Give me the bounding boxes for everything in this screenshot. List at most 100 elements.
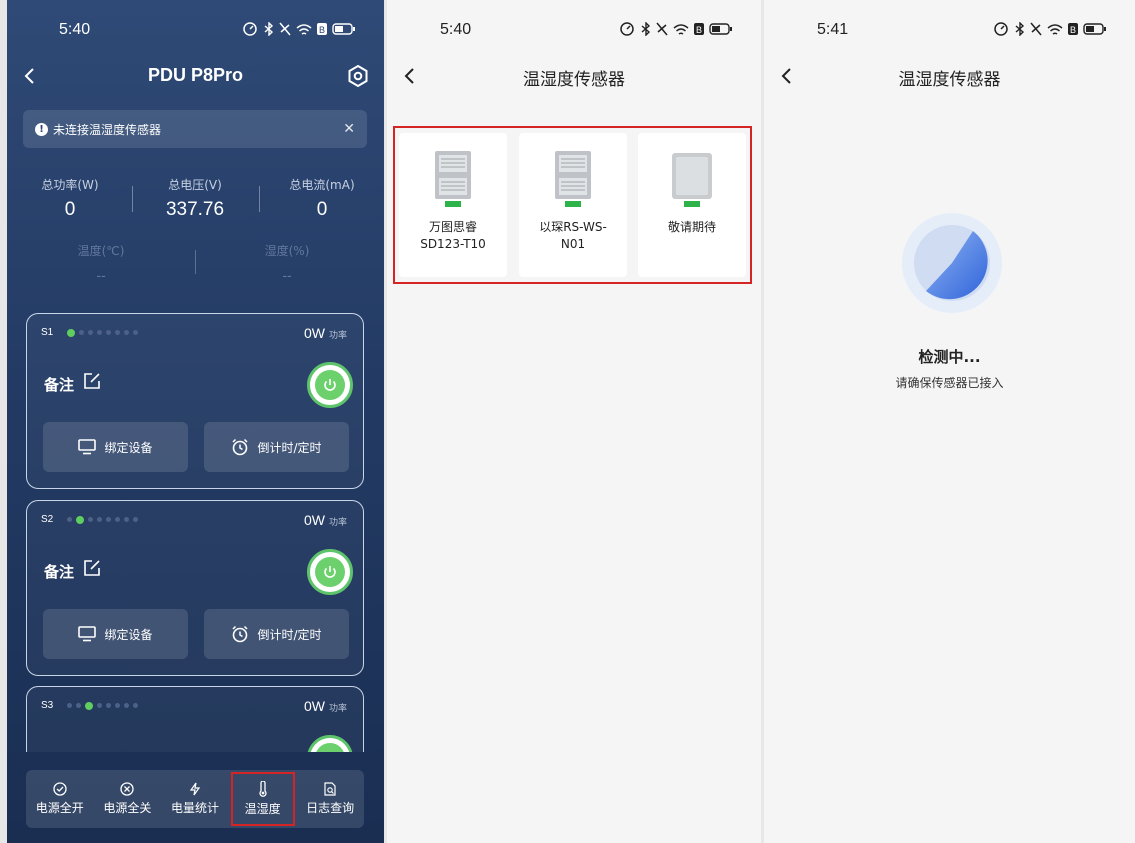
battery-icon bbox=[332, 23, 355, 35]
socket-power: 0W 功率 bbox=[303, 512, 347, 528]
pdu-home-screen: 5:40 B PDU P8Pro ! 未连接温湿度传感器 ✕ 总功率(W) 0 … bbox=[7, 0, 384, 843]
alarm-clock-icon bbox=[232, 625, 248, 643]
total-power-stat: 总功率(W) 0 bbox=[27, 176, 113, 221]
sensor-name: 敬请期待 bbox=[667, 220, 716, 234]
lightning-icon bbox=[189, 782, 201, 796]
stat-label: 湿度(%) bbox=[264, 244, 310, 258]
page-title: 温湿度传感器 bbox=[523, 70, 625, 89]
tab-label: 日志查询 bbox=[306, 801, 355, 815]
svg-text:B: B bbox=[319, 25, 325, 35]
sensor-option-yichen[interactable]: 以琛RS-WS- N01 bbox=[519, 133, 627, 277]
info-icon: ! bbox=[35, 122, 48, 136]
stat-label: 总电压(V) bbox=[168, 178, 222, 192]
socket-indicator-dots bbox=[67, 328, 138, 337]
temperature-stat: 温度(℃) -- bbox=[61, 242, 141, 283]
power-toggle-button[interactable] bbox=[307, 362, 353, 408]
sensor-option-coming-soon[interactable]: 敬请期待 bbox=[638, 133, 746, 277]
status-icons: B bbox=[994, 22, 1107, 36]
tab-power-all-on[interactable]: 电源全开 bbox=[30, 774, 90, 824]
alert-text: 未连接温湿度传感器 bbox=[53, 122, 162, 137]
tab-power-all-off[interactable]: 电源全关 bbox=[97, 774, 157, 824]
socket-power: 0W 功率 bbox=[303, 698, 347, 714]
page-title: PDU P8Pro bbox=[147, 65, 244, 85]
bind-device-button[interactable]: 绑定设备 bbox=[43, 422, 188, 472]
power-toggle-button[interactable] bbox=[307, 735, 353, 752]
tab-log-query[interactable]: 日志查询 bbox=[300, 774, 360, 824]
edit-icon[interactable] bbox=[83, 559, 101, 577]
tab-label: 温湿度 bbox=[244, 802, 281, 816]
status-icons: B bbox=[620, 22, 733, 36]
sensor-device-icon bbox=[672, 153, 712, 207]
power-toggle-button[interactable] bbox=[307, 549, 353, 595]
edit-icon[interactable] bbox=[83, 372, 101, 390]
power-icon bbox=[324, 379, 336, 391]
settings-icon[interactable] bbox=[346, 64, 370, 88]
socket-card-s3: S3 0W 功率 bbox=[26, 686, 364, 752]
sensor-device-icon bbox=[555, 151, 591, 207]
total-voltage-stat: 总电压(V) 337.76 bbox=[149, 176, 241, 221]
page-title: 温湿度传感器 bbox=[898, 70, 1001, 89]
socket-id: S2 bbox=[41, 514, 54, 525]
check-circle-icon bbox=[53, 782, 67, 796]
total-current-stat: 总电流(mA) 0 bbox=[275, 176, 369, 221]
timer-button[interactable]: 倒计时/定时 bbox=[204, 422, 349, 472]
stat-label: 总电流(mA) bbox=[289, 178, 355, 192]
b-badge-icon: B bbox=[694, 23, 704, 35]
status-bar: 5:40 B bbox=[7, 0, 384, 60]
tab-label: 电量统计 bbox=[170, 801, 219, 815]
bind-device-button[interactable]: 绑定设备 bbox=[43, 609, 188, 659]
timer-button[interactable]: 倒计时/定时 bbox=[204, 609, 349, 659]
socket-indicator-dots bbox=[67, 515, 138, 524]
stat-value: -- bbox=[282, 267, 292, 283]
thermometer-icon bbox=[258, 781, 267, 797]
alarm-clock-icon bbox=[232, 438, 248, 456]
tab-label: 电源全关 bbox=[103, 801, 152, 815]
status-icons: B bbox=[243, 22, 356, 36]
svg-text:B: B bbox=[1070, 25, 1076, 35]
socket-id: S1 bbox=[41, 327, 54, 338]
stat-value: -- bbox=[96, 267, 106, 283]
bind-device-label: 绑定设备 bbox=[104, 440, 153, 455]
stat-value: 0 bbox=[316, 199, 328, 220]
mute-icon bbox=[279, 22, 291, 36]
bluetooth-icon bbox=[264, 22, 274, 36]
timer-label: 倒计时/定时 bbox=[257, 440, 322, 455]
power-icon bbox=[324, 566, 336, 578]
sensor-name: 以琛RS-WS- N01 bbox=[539, 220, 607, 251]
sensor-option-wantu[interactable]: 万图思睿 SD123-T10 bbox=[399, 133, 507, 277]
tab-temp-humidity[interactable]: 温湿度 bbox=[230, 772, 295, 826]
status-bar: 5:41 B bbox=[764, 0, 1135, 60]
detecting-screen: 5:41 B 温湿度传感器 检测中... 请确保传感器已接入 bbox=[764, 0, 1135, 843]
x-circle-icon bbox=[120, 782, 135, 796]
timer-label: 倒计时/定时 bbox=[257, 627, 322, 642]
note-label: 备注 bbox=[44, 376, 75, 394]
divider bbox=[259, 186, 260, 212]
monitor-icon bbox=[78, 439, 97, 455]
battery-icon bbox=[1083, 23, 1106, 35]
b-badge-icon: B bbox=[1068, 23, 1078, 35]
clock-icon bbox=[620, 22, 634, 36]
detecting-hint: 请确保传感器已接入 bbox=[895, 376, 1004, 390]
svg-text:B: B bbox=[696, 25, 702, 35]
socket-indicator-dots bbox=[67, 701, 138, 710]
bluetooth-icon bbox=[641, 22, 651, 36]
socket-card-s1: S1 0W 功率 备注 绑定设备 倒计时/定时 bbox=[26, 313, 364, 489]
battery-icon bbox=[709, 23, 732, 35]
status-time: 5:41 bbox=[817, 21, 849, 38]
clock-icon bbox=[243, 22, 257, 36]
stat-label: 温度(℃) bbox=[77, 244, 125, 258]
wifi-icon bbox=[673, 23, 689, 35]
stat-value: 337.76 bbox=[165, 199, 225, 220]
divider bbox=[195, 250, 196, 274]
stat-label: 总功率(W) bbox=[41, 178, 99, 192]
status-bar: 5:40 B bbox=[387, 0, 761, 60]
bind-device-label: 绑定设备 bbox=[104, 627, 153, 642]
wifi-icon bbox=[1047, 23, 1063, 35]
stat-value: 0 bbox=[64, 199, 76, 220]
close-icon[interactable]: ✕ bbox=[343, 121, 355, 137]
tab-energy-stats[interactable]: 电量统计 bbox=[165, 774, 225, 824]
wifi-icon bbox=[296, 23, 312, 35]
tab-label: 电源全开 bbox=[35, 801, 84, 815]
sensor-name: 万图思睿 SD123-T10 bbox=[420, 220, 486, 251]
detecting-status: 检测中... bbox=[918, 348, 981, 366]
